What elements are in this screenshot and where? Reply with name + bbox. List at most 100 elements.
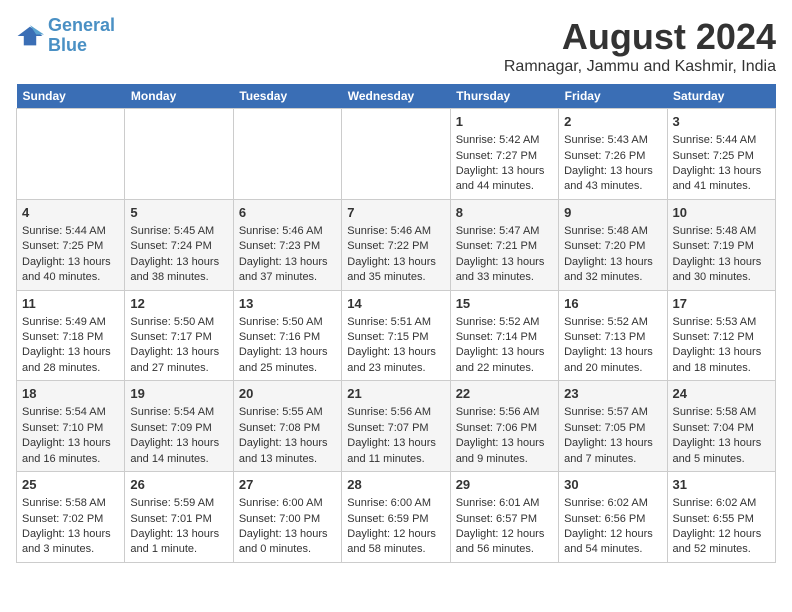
day-cell: 16Sunrise: 5:52 AMSunset: 7:13 PMDayligh… [559,290,667,381]
day-info: Sunrise: 5:57 AM [564,405,661,420]
week-row-3: 11 Sunrise: 5:49 AMSunset: 7:18 PM Dayligh… [17,290,776,381]
day-info: Sunset: 7:07 PM [347,421,444,436]
day-info: Sunset: 7:24 PM [130,239,227,254]
day-cell [125,109,233,200]
day-info: and 20 minutes. [564,361,661,376]
day-number: 8 [456,204,553,222]
day-info: Sunset: 6:55 PM [673,512,770,527]
day-number: 1 [456,113,553,131]
day-info: Sunrise: 5:54 AM [22,405,119,420]
day-info: Sunrise: 5:58 AM [673,405,770,420]
day-info: Sunset: 7:25 PM [22,239,119,254]
day-info: and 35 minutes. [347,270,444,285]
day-info: Daylight: 13 hours [673,164,770,179]
day-info: Sunrise: 5:53 AM [673,315,770,330]
day-info: Sunset: 7:02 PM [22,512,119,527]
day-number: 13 [239,295,336,313]
day-info: Sunrise: 5:48 AM [564,224,661,239]
day-cell: 9 Sunrise: 5:48 AMSunset: 7:20 PMDaylight… [559,199,667,290]
day-cell: 22Sunrise: 5:56 AMSunset: 7:06 PMDayligh… [450,381,558,472]
day-cell: 24Sunrise: 5:58 AMSunset: 7:04 PMDayligh… [667,381,775,472]
day-number: 12 [130,295,227,313]
day-info: Sunset: 7:22 PM [347,239,444,254]
day-number: 11 [22,295,119,313]
day-info: Daylight: 13 hours [239,255,336,270]
day-info: Sunset: 7:00 PM [239,512,336,527]
day-info: Sunrise: 6:02 AM [673,496,770,511]
col-header-sunday: Sunday [17,84,125,109]
day-number: 9 [564,204,661,222]
day-info: Sunset: 7:16 PM [239,330,336,345]
page-header: GeneralBlue August 2024 Ramnagar, Jammu … [16,16,776,76]
day-info: Sunrise: 5:51 AM [347,315,444,330]
week-row-1: 1Sunrise: 5:42 AMSunset: 7:27 PMDaylight… [17,109,776,200]
day-cell [233,109,341,200]
day-info: Daylight: 13 hours [564,255,661,270]
day-cell [17,109,125,200]
day-info: Sunrise: 5:44 AM [22,224,119,239]
day-info: and 7 minutes. [564,452,661,467]
day-info: and 16 minutes. [22,452,119,467]
day-info: Sunrise: 5:47 AM [456,224,553,239]
day-info: and 0 minutes. [239,542,336,557]
day-number: 20 [239,385,336,403]
day-info: Sunrise: 6:00 AM [239,496,336,511]
col-header-tuesday: Tuesday [233,84,341,109]
col-header-thursday: Thursday [450,84,558,109]
day-cell: 6Sunrise: 5:46 AMSunset: 7:23 PMDaylight… [233,199,341,290]
day-info: and 41 minutes. [673,179,770,194]
day-info: Sunset: 7:27 PM [456,149,553,164]
day-info: Daylight: 13 hours [347,345,444,360]
day-info: Sunrise: 5:44 AM [673,133,770,148]
day-info: and 9 minutes. [456,452,553,467]
day-info: Daylight: 13 hours [239,345,336,360]
day-info: Sunrise: 5:52 AM [456,315,553,330]
day-number: 17 [673,295,770,313]
day-info: Daylight: 12 hours [673,527,770,542]
day-info: Daylight: 13 hours [239,527,336,542]
day-info: Daylight: 13 hours [347,255,444,270]
day-info: Daylight: 13 hours [456,345,553,360]
day-number: 21 [347,385,444,403]
day-cell: 29Sunrise: 6:01 AMSunset: 6:57 PMDayligh… [450,472,558,563]
day-info: Daylight: 13 hours [22,436,119,451]
col-header-saturday: Saturday [667,84,775,109]
day-info: and 56 minutes. [456,542,553,557]
day-info: Sunset: 7:18 PM [22,330,119,345]
day-number: 14 [347,295,444,313]
day-info: Daylight: 13 hours [456,164,553,179]
day-info: Sunset: 7:26 PM [564,149,661,164]
day-info: and 52 minutes. [673,542,770,557]
day-info: Daylight: 13 hours [456,255,553,270]
day-info: Sunset: 7:08 PM [239,421,336,436]
day-cell: 21Sunrise: 5:56 AMSunset: 7:07 PMDayligh… [342,381,450,472]
day-number: 22 [456,385,553,403]
day-cell: 19Sunrise: 5:54 AMSunset: 7:09 PMDayligh… [125,381,233,472]
day-number: 28 [347,476,444,494]
day-cell: 23Sunrise: 5:57 AMSunset: 7:05 PMDayligh… [559,381,667,472]
day-cell: 4Sunrise: 5:44 AMSunset: 7:25 PMDaylight… [17,199,125,290]
day-cell: 14Sunrise: 5:51 AMSunset: 7:15 PMDayligh… [342,290,450,381]
day-cell: 7Sunrise: 5:46 AMSunset: 7:22 PMDaylight… [342,199,450,290]
day-info: Sunrise: 5:54 AM [130,405,227,420]
day-info: Sunrise: 5:46 AM [239,224,336,239]
day-info: Sunset: 7:21 PM [456,239,553,254]
day-info: Sunrise: 5:49 AM [22,315,119,330]
day-number: 5 [130,204,227,222]
day-number: 23 [564,385,661,403]
day-info: Sunset: 7:12 PM [673,330,770,345]
day-number: 16 [564,295,661,313]
day-info: Sunrise: 5:50 AM [239,315,336,330]
day-info: Sunset: 7:06 PM [456,421,553,436]
day-info: and 43 minutes. [564,179,661,194]
day-info: and 38 minutes. [130,270,227,285]
day-info: Sunset: 7:20 PM [564,239,661,254]
day-cell: 20Sunrise: 5:55 AMSunset: 7:08 PMDayligh… [233,381,341,472]
day-cell: 13 Sunrise: 5:50 AMSunset: 7:16 PMDayligh… [233,290,341,381]
day-number: 25 [22,476,119,494]
day-info: Daylight: 12 hours [456,527,553,542]
day-info: and 32 minutes. [564,270,661,285]
day-number: 15 [456,295,553,313]
day-info: Daylight: 13 hours [22,527,119,542]
day-cell: 15Sunrise: 5:52 AMSunset: 7:14 PMDayligh… [450,290,558,381]
